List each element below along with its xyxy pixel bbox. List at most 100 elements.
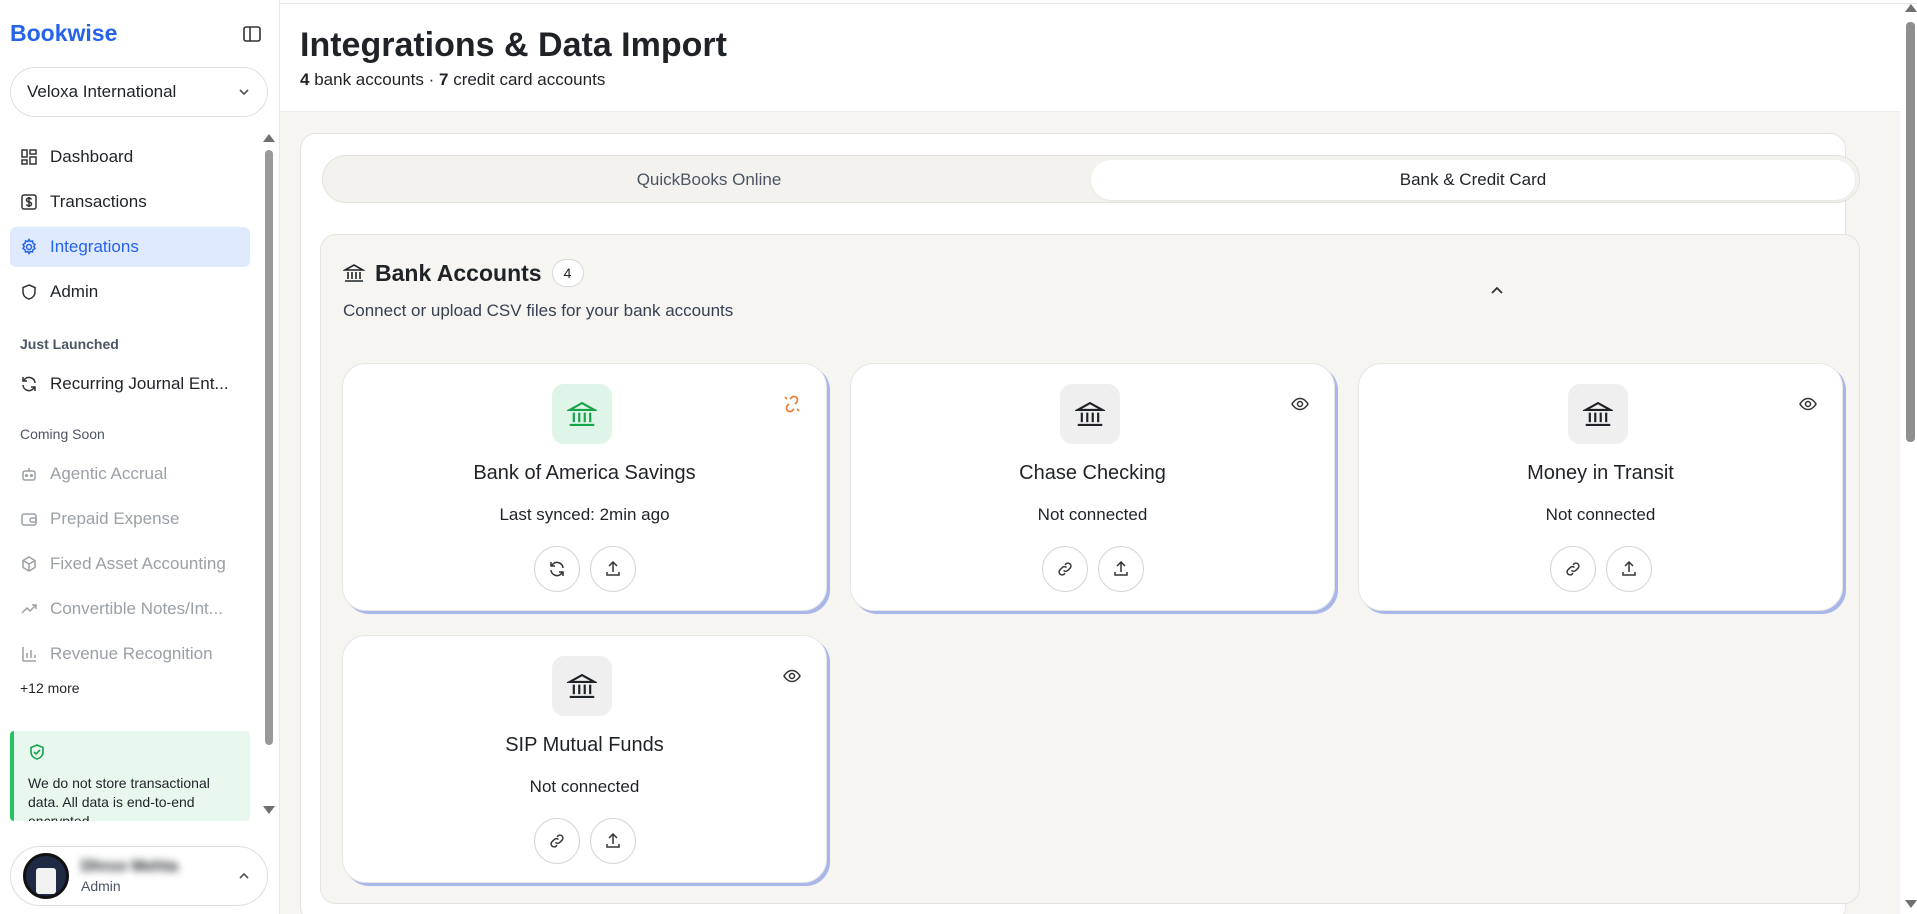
nav-item-recurring-journal[interactable]: Recurring Journal Ent... <box>10 364 250 404</box>
nav-item-dashboard[interactable]: Dashboard <box>10 137 250 177</box>
page-header: Integrations & Data Import 4 bank accoun… <box>280 4 1900 112</box>
section-title: Bank Accounts <box>375 259 542 286</box>
nav-item-admin[interactable]: Admin <box>10 272 250 312</box>
nav-item-integrations[interactable]: Integrations <box>10 227 250 267</box>
bar-chart-icon <box>22 647 36 662</box>
upload-icon <box>605 560 620 576</box>
account-card-chase-checking: Chase Checking Not connected <box>850 363 1335 611</box>
gear-icon <box>21 238 37 255</box>
user-profile-menu[interactable]: Dhruv Mehta Admin <box>10 846 268 906</box>
account-summary: 4 bank accounts · 7 credit card accounts <box>300 70 605 90</box>
link-icon <box>1057 562 1072 576</box>
user-role: Admin <box>81 878 121 894</box>
bank-icon <box>1583 401 1613 426</box>
sidebar-scrollbar[interactable] <box>265 150 273 745</box>
security-note-text: We do not store transactional data. All … <box>28 775 210 821</box>
bank-icon-connected <box>552 384 612 444</box>
eye-icon <box>783 669 801 683</box>
nav-item-transactions[interactable]: Transactions <box>10 182 250 222</box>
organization-name: Veloxa International <box>27 82 177 101</box>
tab-quickbooks-online[interactable]: QuickBooks Online <box>327 160 1091 200</box>
credit-card-count: 7 <box>438 70 449 89</box>
account-card-money-in-transit: Money in Transit Not connected <box>1358 363 1843 611</box>
account-status: Not connected <box>1545 505 1656 524</box>
bank-icon-disconnected <box>1060 384 1120 444</box>
bank-icon-disconnected <box>552 656 612 716</box>
view-button[interactable] <box>1798 394 1818 419</box>
disconnect-button[interactable] <box>782 394 802 419</box>
upload-icon <box>1113 560 1128 576</box>
view-button[interactable] <box>1290 394 1310 419</box>
upload-icon <box>1621 560 1636 576</box>
nav-item-prepaid-expense: Prepaid Expense <box>10 499 250 539</box>
chevron-down-icon <box>239 89 249 96</box>
just-launched-nav: Recurring Journal Ent... <box>10 364 250 409</box>
sidebar-toggle-icon[interactable] <box>242 24 262 44</box>
tab-bank-credit-card[interactable]: Bank & Credit Card <box>1091 160 1855 200</box>
nav-item-label: Prepaid Expense <box>50 509 180 528</box>
account-name: Bank of America Savings <box>473 462 696 484</box>
link-icon <box>549 834 564 848</box>
dollar-icon <box>21 194 37 210</box>
account-name: Chase Checking <box>1019 462 1166 484</box>
main-scroll-down[interactable] <box>1905 900 1917 908</box>
more-features-link[interactable]: +12 more <box>20 680 80 696</box>
nav-item-revenue-recognition: Revenue Recognition <box>10 634 250 674</box>
sidebar-scroll-up[interactable] <box>263 134 275 142</box>
collapse-section-button[interactable] <box>1488 282 1506 305</box>
section-description: Connect or upload CSV files for your ban… <box>343 301 734 320</box>
account-status: Last synced: 2min ago <box>499 505 670 524</box>
nav-item-label: Convertible Notes/Int... <box>50 599 223 618</box>
nav-item-label: Recurring Journal Ent... <box>50 374 229 393</box>
refresh-icon <box>22 376 36 392</box>
credit-card-label: credit card accounts <box>453 70 606 89</box>
account-card-sip-mutual-funds: SIP Mutual Funds Not connected <box>342 635 827 883</box>
nav-item-label: Transactions <box>50 192 147 211</box>
summary-separator: · <box>428 70 435 89</box>
main-scrollbar[interactable] <box>1906 22 1915 442</box>
bank-account-count: 4 <box>300 70 310 89</box>
wallet-icon <box>21 513 37 526</box>
eye-icon <box>1799 397 1817 411</box>
box-icon <box>22 556 36 572</box>
connect-button[interactable] <box>1549 546 1596 592</box>
nav-item-label: Agentic Accrual <box>50 464 168 483</box>
link-icon <box>1565 562 1580 576</box>
upload-csv-button[interactable] <box>589 818 636 864</box>
brand-logo[interactable]: Bookwise <box>10 20 117 47</box>
integration-tabs: QuickBooks Online Bank & Credit Card <box>322 155 1860 203</box>
main-scroll-up[interactable] <box>1905 4 1917 12</box>
connect-button[interactable] <box>1041 546 1088 592</box>
coming-soon-nav: Agentic Accrual Prepaid Expense Fixed As… <box>10 454 250 679</box>
shield-check-icon <box>30 744 44 760</box>
bank-icon <box>567 673 597 698</box>
organization-select[interactable]: Veloxa International <box>10 67 268 117</box>
upload-csv-button[interactable] <box>589 546 636 592</box>
nav-item-label: Integrations <box>50 237 139 256</box>
bank-icon <box>1075 401 1105 426</box>
bank-icon <box>343 264 365 282</box>
nav-item-label: Admin <box>50 282 99 301</box>
sync-button[interactable] <box>533 546 580 592</box>
sidebar-scroll-down[interactable] <box>263 806 275 814</box>
user-name: Dhruv Mehta <box>81 858 178 875</box>
upload-csv-button[interactable] <box>1097 546 1144 592</box>
upload-csv-button[interactable] <box>1605 546 1652 592</box>
chevron-up-icon <box>1491 286 1503 294</box>
bank-icon-disconnected <box>1568 384 1628 444</box>
shield-icon <box>22 284 36 300</box>
coming-soon-heading: Coming Soon <box>20 426 105 442</box>
account-name: SIP Mutual Funds <box>505 734 664 756</box>
connect-button[interactable] <box>533 818 580 864</box>
main-nav: Dashboard Transactions Integrations Admi… <box>10 137 250 317</box>
account-card-bank-of-america: Bank of America Savings Last synced: 2mi… <box>342 363 827 611</box>
nav-item-convertible-notes: Convertible Notes/Int... <box>10 589 250 629</box>
account-status: Not connected <box>529 777 640 796</box>
view-button[interactable] <box>782 666 802 691</box>
bank-account-label: bank accounts <box>314 70 424 89</box>
page-title: Integrations & Data Import <box>300 26 727 64</box>
account-count-badge: 4 <box>551 259 584 287</box>
refresh-icon <box>549 561 564 577</box>
nav-item-fixed-asset: Fixed Asset Accounting <box>10 544 250 584</box>
nav-item-label: Fixed Asset Accounting <box>50 554 226 573</box>
